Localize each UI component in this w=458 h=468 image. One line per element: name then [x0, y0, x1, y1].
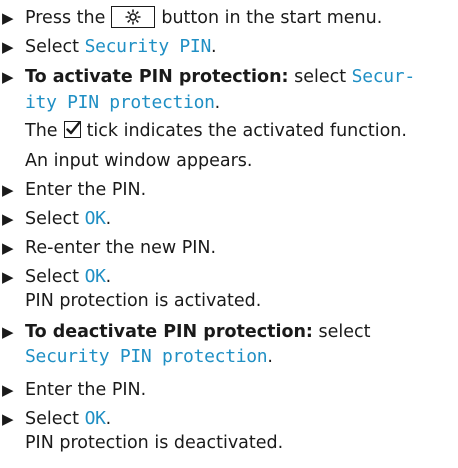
step-text: .: [105, 209, 112, 229]
step-activate-pin-protection: ▶ To activate PIN protection: select Sec…: [0, 63, 458, 91]
menu-item-security-pin: Security PIN: [84, 36, 212, 57]
result-activated: PIN protection is activated.: [0, 287, 458, 315]
bullet-arrow-icon: ▶: [2, 323, 14, 341]
menu-item-ok: OK: [84, 408, 106, 429]
step-text: Select: [25, 409, 85, 429]
bullet-arrow-icon: ▶: [2, 381, 14, 399]
step-text: select: [312, 322, 371, 342]
settings-button-glyph: [111, 5, 156, 28]
menu-item-security-pin-protection: Secur-: [351, 66, 416, 87]
bullet-arrow-icon: ▶: [2, 210, 14, 228]
step-heading: To activate PIN protection:: [25, 67, 289, 87]
step-deactivate-pin-protection: ▶ To deactivate PIN protection: select: [0, 318, 458, 346]
step-press-settings: ▶ Press the button in the start menu.: [0, 4, 458, 32]
instruction-list: ▶ Press the button in the start menu. ▶ …: [0, 0, 458, 468]
step-text: Enter the PIN.: [25, 380, 147, 400]
menu-item-security-pin-protection-cont: ity PIN protection: [25, 92, 215, 113]
step-text: Press the: [25, 8, 106, 28]
note-input-window: An input window appears.: [0, 147, 458, 175]
step-enter-pin: ▶ Enter the PIN.: [0, 176, 458, 204]
bullet-arrow-icon: ▶: [2, 38, 14, 56]
step-text: button in the start menu.: [161, 8, 383, 28]
step-text: Select: [25, 209, 85, 229]
result-text: PIN protection is deactivated.: [25, 433, 284, 453]
bullet-arrow-icon: ▶: [2, 239, 14, 257]
step-text: .: [214, 93, 221, 113]
step-reenter-pin: ▶ Re-enter the new PIN.: [0, 234, 458, 262]
menu-item-ok: OK: [84, 208, 106, 229]
menu-item-ok: OK: [84, 266, 106, 287]
step-select-ok: ▶ Select OK.: [0, 205, 458, 233]
step-text: Re-enter the new PIN.: [25, 238, 217, 258]
note-text: The: [25, 121, 58, 141]
step-select-security-pin: ▶ Select Security PIN.: [0, 33, 458, 61]
step-text: .: [105, 409, 112, 429]
bullet-arrow-icon: ▶: [2, 9, 14, 27]
step-text: .: [267, 347, 273, 367]
bullet-arrow-icon: ▶: [2, 181, 14, 199]
step-text: .: [211, 37, 217, 57]
step-text: Select: [25, 37, 85, 57]
step-deactivate-continued: Security PIN protection.: [0, 343, 458, 371]
note-text: An input window appears.: [25, 151, 253, 171]
gear-icon: [125, 9, 141, 24]
step-text: Select: [25, 267, 85, 287]
checkbox-glyph: [63, 121, 81, 138]
step-text: Enter the PIN.: [25, 180, 147, 200]
step-enter-pin: ▶ Enter the PIN.: [0, 376, 458, 404]
menu-item-security-pin-protection: Security PIN protection: [25, 346, 268, 367]
note-text: tick indicates the activated function.: [86, 121, 407, 141]
result-text: PIN protection is activated.: [25, 291, 262, 311]
step-text: select: [288, 67, 352, 87]
bullet-arrow-icon: ▶: [2, 68, 14, 86]
step-heading: To deactivate PIN protection:: [25, 322, 313, 342]
result-deactivated: PIN protection is deactivated.: [0, 429, 458, 457]
step-text: .: [105, 267, 112, 287]
step-activate-continued: ity PIN protection.: [0, 89, 458, 117]
note-tick-indicates: The tick indicates the activated functio…: [0, 117, 458, 145]
checkbox-tick-icon: [65, 121, 80, 135]
